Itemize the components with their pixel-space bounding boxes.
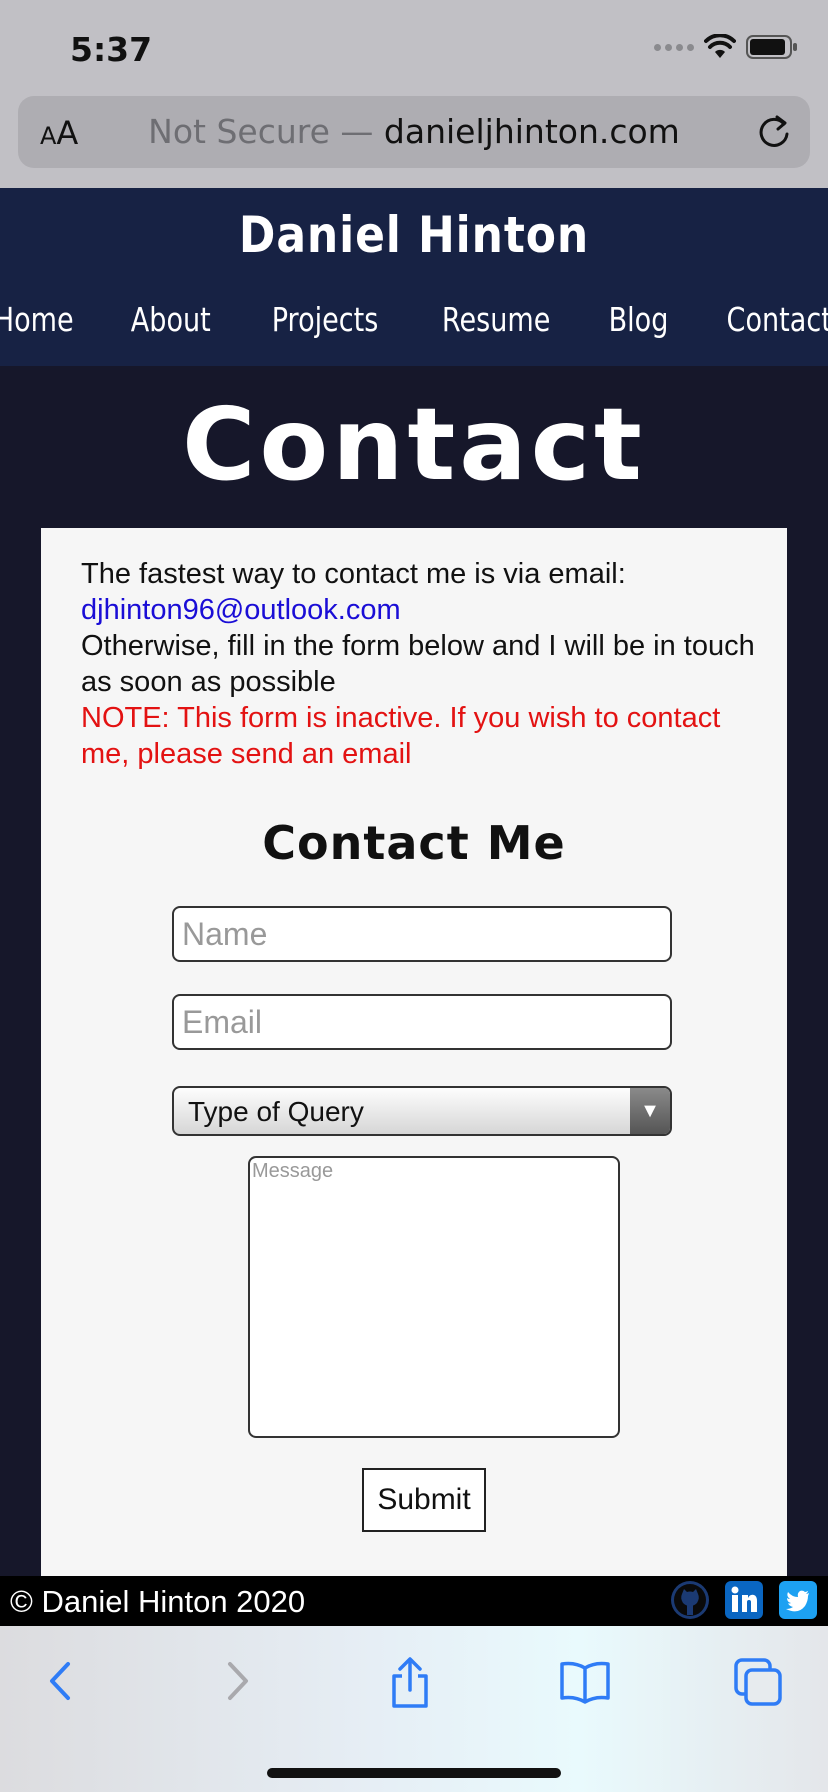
site-footer: © Daniel Hinton 2020: [0, 1576, 828, 1626]
github-icon[interactable]: [670, 1580, 710, 1620]
nav-about[interactable]: About: [131, 300, 211, 339]
url-display[interactable]: Not Secure — danieljhinton.com: [18, 112, 810, 151]
wifi-icon: [704, 34, 736, 58]
email-field[interactable]: Email: [172, 994, 672, 1050]
battery-icon: [746, 35, 797, 59]
address-bar[interactable]: AA Not Secure — danieljhinton.com: [18, 96, 810, 168]
intro-text: The fastest way to contact me is via ema…: [81, 558, 626, 590]
url-domain: danieljhinton.com: [383, 112, 680, 151]
form-title: Contact Me: [262, 816, 566, 870]
inactive-form-note: NOTE: This form is inactive. If you wish…: [81, 702, 721, 770]
nav-resume[interactable]: Resume: [442, 300, 550, 339]
intro-text-followup: Otherwise, fill in the form below and I …: [81, 630, 755, 698]
copyright-text: © Daniel Hinton 2020: [10, 1584, 306, 1619]
share-icon[interactable]: [386, 1656, 434, 1710]
query-type-value: Type of Query: [188, 1096, 364, 1127]
forward-icon[interactable]: [218, 1656, 254, 1706]
linkedin-icon[interactable]: [724, 1580, 764, 1620]
query-type-select[interactable]: Type of Query ▼: [172, 1086, 672, 1136]
security-status-label: Not Secure —: [148, 112, 384, 151]
browser-toolbar: [0, 1626, 828, 1792]
twitter-icon[interactable]: [778, 1580, 818, 1620]
contact-card: The fastest way to contact me is via ema…: [41, 528, 787, 1578]
social-links: [670, 1580, 818, 1620]
page-title: Contact: [182, 386, 646, 503]
site-header: Daniel Hinton Home About Projects Resume…: [0, 188, 828, 366]
bookmarks-icon[interactable]: [558, 1656, 612, 1706]
message-field[interactable]: Message: [248, 1156, 620, 1438]
nav-blog[interactable]: Blog: [609, 300, 669, 339]
email-link[interactable]: djhinton96@outlook.com: [81, 594, 401, 626]
name-field[interactable]: Name: [172, 906, 672, 962]
back-icon[interactable]: [44, 1656, 80, 1706]
cellular-signal-icon: [654, 43, 694, 51]
ios-status-and-address-area: 5:37 AA Not Secure — danieljhinton.com: [0, 0, 828, 188]
status-time: 5:37: [70, 30, 153, 69]
status-indicators: [654, 34, 798, 60]
tabs-icon[interactable]: [732, 1656, 786, 1710]
nav-projects[interactable]: Projects: [271, 300, 378, 339]
dropdown-arrow-icon: ▼: [630, 1088, 670, 1134]
site-title[interactable]: Daniel Hinton: [50, 206, 779, 264]
reload-icon[interactable]: [756, 112, 792, 150]
contact-intro: The fastest way to contact me is via ema…: [81, 556, 761, 772]
home-indicator[interactable]: [267, 1768, 561, 1778]
nav-home[interactable]: Home: [0, 300, 73, 339]
submit-button[interactable]: Submit: [362, 1468, 486, 1532]
main-nav: Home About Projects Resume Blog Contact: [0, 300, 828, 339]
nav-contact[interactable]: Contact: [727, 300, 828, 339]
